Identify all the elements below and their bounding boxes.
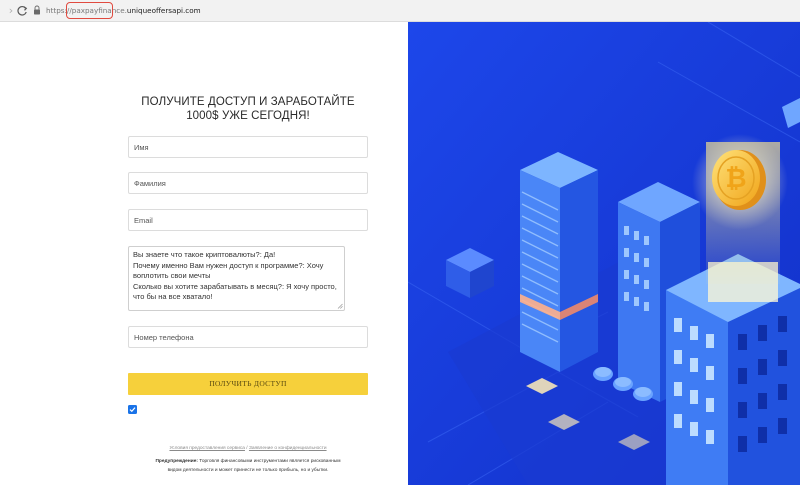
last-name-input[interactable] — [128, 172, 368, 194]
textarea-line: воплотить свои мечты — [133, 271, 211, 280]
headline-line-2: 1000$ УЖЕ СЕГОДНЯ! — [186, 110, 310, 122]
footer-links: Условия предоставления сервиса / Заявлен… — [128, 446, 368, 451]
checkmark-icon — [129, 407, 136, 413]
textarea-line: Почему именно Вам нужен доступ к програм… — [133, 260, 324, 270]
email-input[interactable] — [128, 209, 368, 231]
isometric-city-art: ₿ — [408, 22, 800, 485]
terms-link[interactable]: Условия предоставления сервиса — [169, 446, 245, 451]
browser-toolbar: › https://paxpayfinance.uniqueoffersapi.… — [0, 0, 800, 22]
textarea-line: Вы знаете что такое криптовалюты?: Да! — [133, 250, 276, 259]
warning-text-2: видом деятельности и может принести не т… — [167, 468, 329, 473]
crypto-city-illustration: ₿ — [408, 22, 800, 485]
privacy-link[interactable]: Заявление о конфиденциальности — [249, 446, 327, 451]
first-name-input[interactable] — [128, 136, 368, 158]
risk-warning: Предупреждение: Торговля финансовыми инс… — [128, 457, 368, 475]
front-building — [666, 254, 800, 485]
url-domain: uniqueoffersapi.com — [126, 6, 201, 15]
warning-label: Предупреждение: — [155, 459, 198, 464]
questionnaire-textarea[interactable]: Вы знаете что такое криптовалюты?: Да! П… — [128, 246, 345, 311]
textarea-line: Сколько вы хотите зарабатывать в месяц?:… — [133, 281, 337, 291]
consent-checkbox[interactable] — [128, 405, 137, 414]
phone-input[interactable] — [128, 326, 368, 348]
headline-line-1: ПОЛУЧИТЕ ДОСТУП И ЗАРАБОТАЙТЕ — [141, 96, 355, 108]
lock-icon — [34, 5, 40, 15]
svg-text:₿: ₿ — [725, 164, 746, 194]
url-highlight-box — [66, 2, 113, 19]
resize-handle-icon[interactable] — [337, 303, 343, 309]
get-access-button[interactable]: ПОЛУЧИТЬ ДОСТУП — [128, 373, 368, 395]
reload-icon[interactable] — [14, 3, 30, 19]
signup-form-pane: ПОЛУЧИТЕ ДОСТУП И ЗАРАБОТАЙТЕ 1000$ УЖЕ … — [0, 22, 408, 485]
form-headline: ПОЛУЧИТЕ ДОСТУП И ЗАРАБОТАЙТЕ 1000$ УЖЕ … — [128, 95, 368, 123]
warning-text-1: Торговля финансовыми инструментами являе… — [197, 459, 341, 464]
tall-tower — [520, 152, 598, 372]
textarea-line: что бы на все хватало! — [133, 292, 213, 301]
